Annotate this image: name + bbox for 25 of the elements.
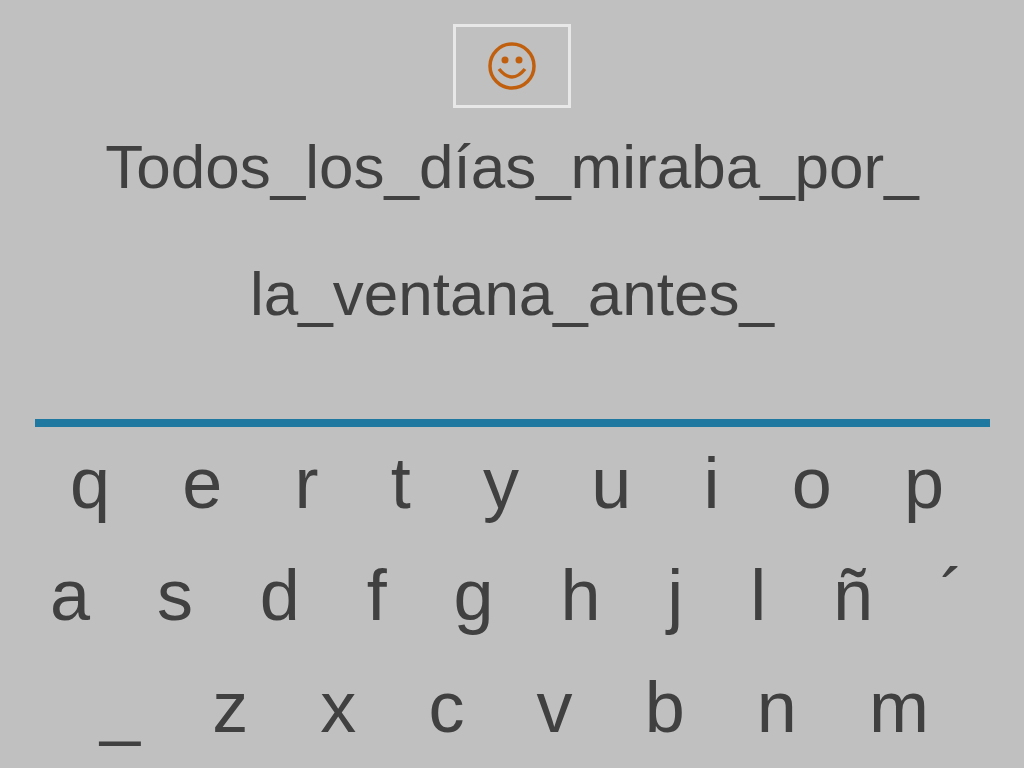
letter-key[interactable]: s [156, 559, 193, 631]
letter-key[interactable]: r [294, 447, 319, 519]
letter-key[interactable]: h [560, 559, 601, 631]
letter-key[interactable]: f [366, 559, 387, 631]
letter-key[interactable]: u [591, 447, 632, 519]
letter-key[interactable]: b [644, 671, 685, 743]
sentence-line: Todos_los_días_miraba_por_ [105, 136, 919, 203]
letter-key[interactable]: i [703, 447, 720, 519]
letter-key[interactable]: d [259, 559, 300, 631]
letter-key[interactable]: z [212, 671, 249, 743]
letter-key[interactable]: ñ [833, 559, 874, 631]
letter-key[interactable]: m [869, 671, 929, 743]
letter-key[interactable]: e [182, 447, 223, 519]
letter-key[interactable]: l [750, 559, 767, 631]
letter-key[interactable]: a [50, 559, 91, 631]
smiley-button[interactable] [453, 24, 571, 108]
letter-key[interactable]: t [390, 447, 411, 519]
letter-key[interactable]: x [320, 671, 357, 743]
letter-key[interactable]: o [791, 447, 832, 519]
letter-key[interactable]: c [428, 671, 465, 743]
letter-key[interactable]: ´ [940, 559, 964, 631]
letter-key[interactable]: n [756, 671, 797, 743]
letter-key[interactable]: v [536, 671, 573, 743]
smiley-icon [487, 41, 537, 91]
sentence-line: la_ventana_antes_ [250, 263, 774, 330]
